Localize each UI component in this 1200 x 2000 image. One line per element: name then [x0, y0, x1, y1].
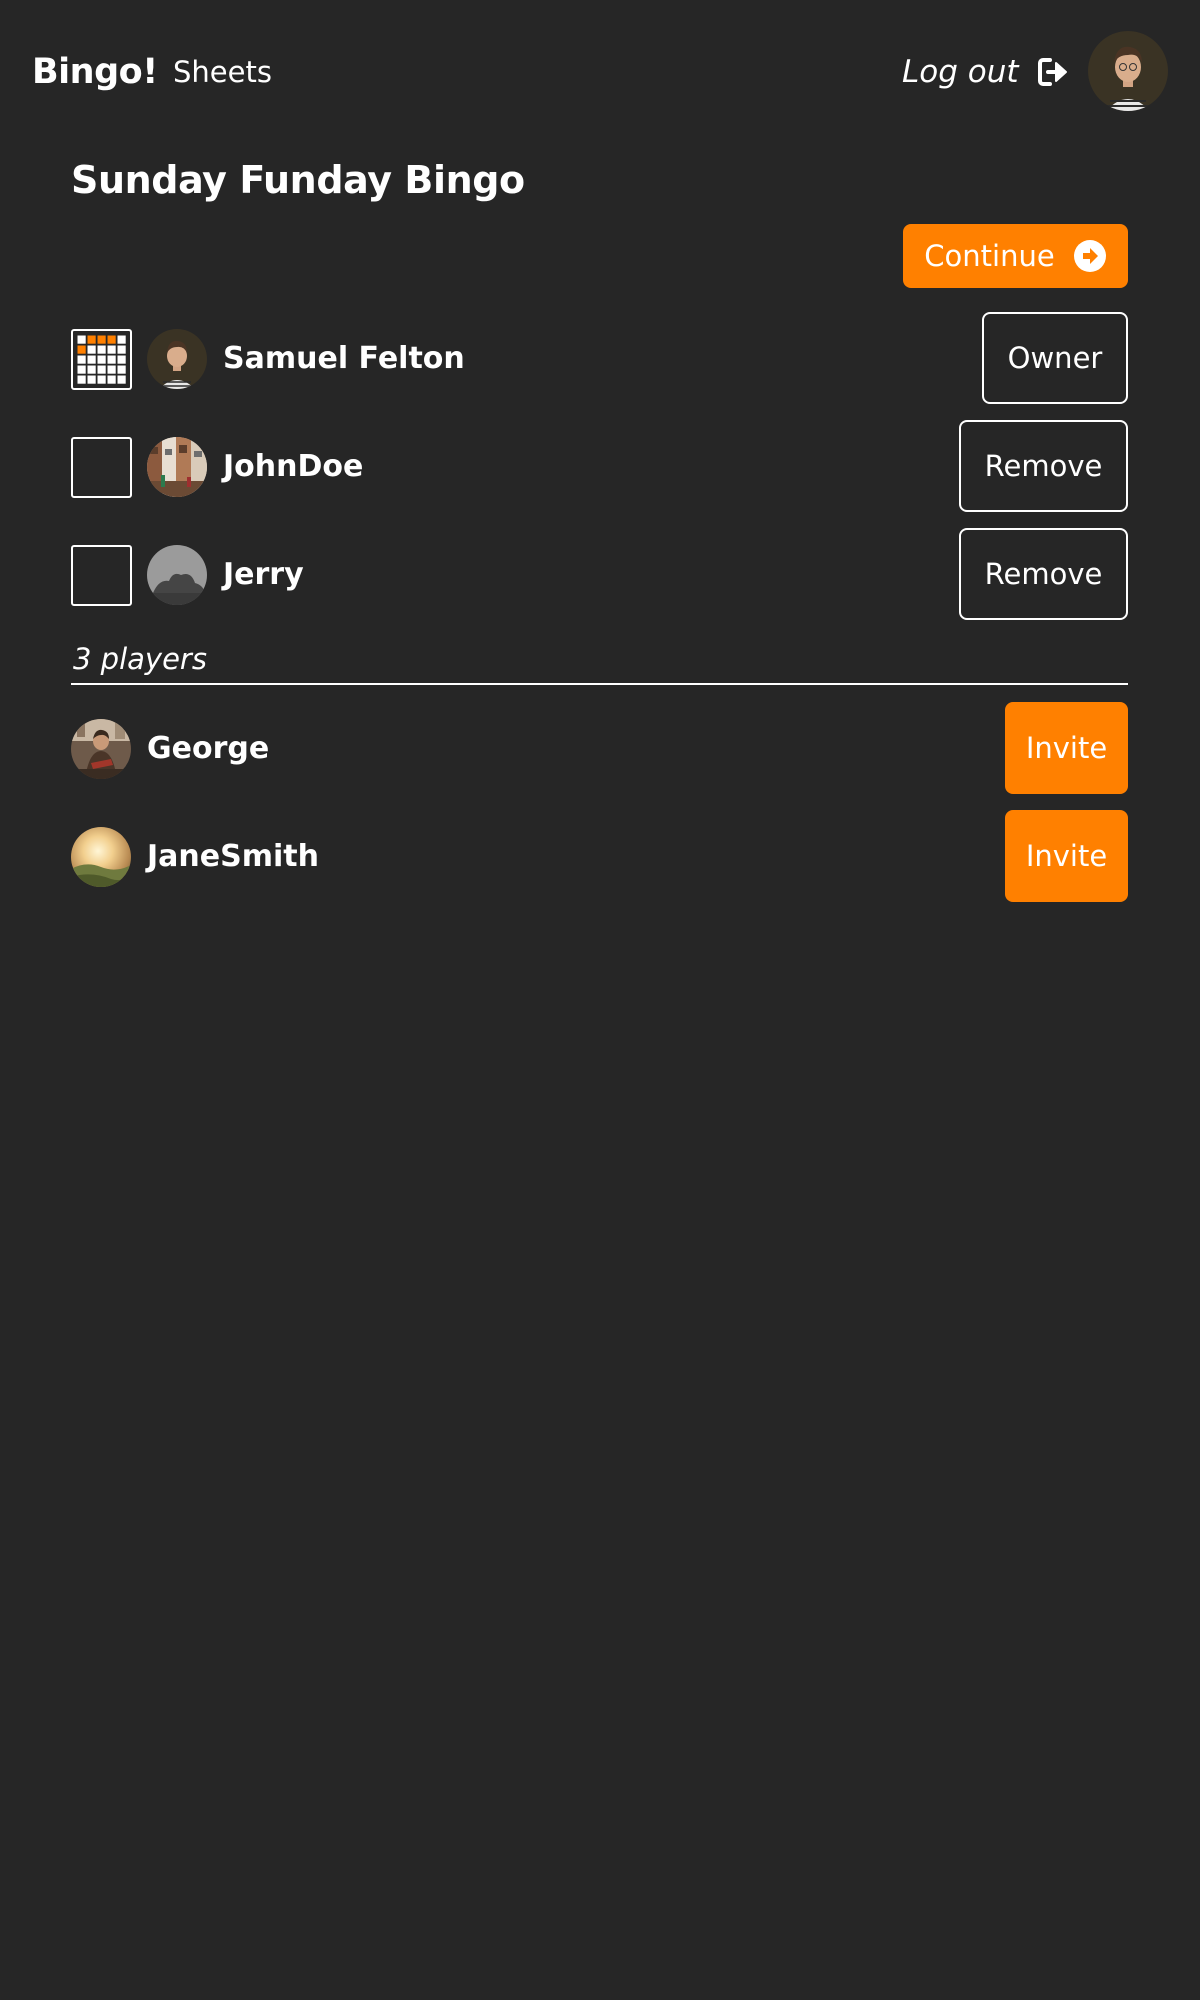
- navbar: Bingo! Sheets Log out: [0, 0, 1200, 142]
- brand-logo[interactable]: Bingo!: [32, 48, 158, 96]
- player-row: JohnDoe Remove: [71, 420, 1128, 512]
- player-sheet-button[interactable]: [71, 437, 132, 498]
- nav-link-sheets[interactable]: Sheets: [173, 50, 272, 94]
- invite-button[interactable]: Invite: [1005, 810, 1128, 902]
- player-name: JohnDoe: [223, 449, 364, 484]
- logout-button[interactable]: Log out: [902, 48, 1071, 96]
- player-sheet-button[interactable]: [71, 545, 132, 606]
- player-sheet-button[interactable]: [71, 329, 132, 390]
- page-title: Sunday Funday Bingo: [71, 158, 525, 202]
- invitee-name: George: [147, 731, 270, 766]
- continue-button[interactable]: Continue: [903, 224, 1128, 288]
- invitee-name: JaneSmith: [147, 839, 319, 874]
- avatar: [147, 437, 207, 497]
- player-count: 3 players: [73, 642, 207, 676]
- avatar: [71, 719, 131, 779]
- avatar: [147, 545, 207, 605]
- invitee-row: George Invite: [71, 702, 1128, 794]
- player-name: Jerry: [223, 557, 304, 592]
- continue-label: Continue: [924, 239, 1055, 273]
- avatar: [147, 329, 207, 389]
- user-avatar[interactable]: [1088, 31, 1168, 111]
- player-row: Samuel Felton Owner: [71, 312, 1128, 404]
- invite-button[interactable]: Invite: [1005, 702, 1128, 794]
- remove-button[interactable]: Remove: [959, 528, 1128, 620]
- divider: [71, 683, 1128, 685]
- player-row: Jerry Remove: [71, 528, 1128, 620]
- logout-icon: [1037, 58, 1067, 86]
- logout-label: Log out: [902, 54, 1019, 90]
- owner-button[interactable]: Owner: [982, 312, 1128, 404]
- arrow-circle-right-icon: [1073, 240, 1106, 272]
- player-name: Samuel Felton: [223, 341, 465, 376]
- invitee-row: JaneSmith Invite: [71, 810, 1128, 902]
- remove-button[interactable]: Remove: [959, 420, 1128, 512]
- avatar: [71, 827, 131, 887]
- bingo-grid-icon: [77, 335, 126, 384]
